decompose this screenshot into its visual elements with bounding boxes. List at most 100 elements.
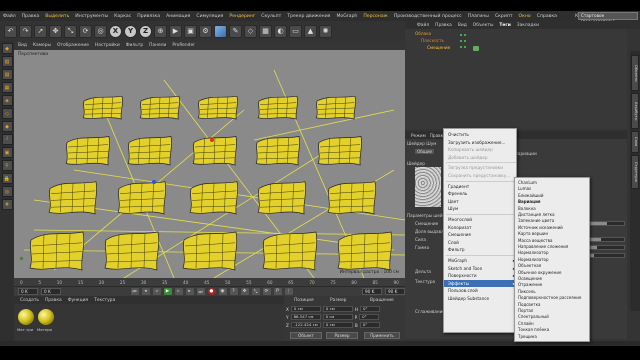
rotate-icon[interactable]: ⟳ <box>79 24 92 38</box>
attribute-tab[interactable]: Режим <box>411 133 426 138</box>
menu-item[interactable]: Каркас <box>111 14 134 19</box>
size-x-field[interactable]: 0 см <box>322 306 353 312</box>
param-slider-3[interactable] <box>585 245 625 250</box>
visibility-dots[interactable] <box>459 32 467 52</box>
axis-handle[interactable] <box>210 138 214 142</box>
render-view-icon[interactable]: ▶ <box>169 24 182 38</box>
context-menu-item[interactable]: Колоризат <box>444 224 518 231</box>
rotation-key-icon[interactable]: ⟳ <box>262 288 271 295</box>
make-editable-icon[interactable]: ◆ <box>1 43 13 54</box>
object-menu-item[interactable]: Объекты <box>473 23 494 28</box>
prev-key-icon[interactable]: ◂ <box>141 288 150 295</box>
material-menu-item[interactable]: Функция <box>68 298 88 303</box>
viewport-menu-item[interactable]: ProRender <box>172 43 195 48</box>
light-icon[interactable]: ✺ <box>319 24 332 38</box>
menu-item[interactable]: Симуляция <box>193 14 226 19</box>
menu-item[interactable]: MoGraph <box>333 14 360 19</box>
side-tab-structure[interactable]: Структура <box>631 155 639 189</box>
material-swatch-1[interactable] <box>18 309 34 325</box>
autokey-icon[interactable]: ◉ <box>218 288 227 295</box>
position-z-field[interactable]: -122.424 см <box>290 322 321 328</box>
viewport-menu-item[interactable]: Настройки <box>95 43 120 48</box>
viewport-menu-item[interactable]: Фильтр <box>126 43 143 48</box>
uv-mode-icon[interactable]: ▣ <box>1 147 13 158</box>
position-y-field[interactable]: 86.547 см <box>290 314 321 320</box>
object-menu-item[interactable]: Файл <box>417 23 429 28</box>
axis-y-button[interactable]: Y <box>124 24 137 38</box>
prev-frame-icon[interactable]: ◃ <box>152 288 161 295</box>
menu-item[interactable]: Плагины <box>465 14 492 19</box>
object-menu-item[interactable]: Теги <box>499 23 510 28</box>
subdivision-icon[interactable]: ◇ <box>244 24 257 38</box>
submenu-item[interactable]: Трещина <box>515 334 591 340</box>
menu-item[interactable]: Скульпт <box>258 14 284 19</box>
model-mode-icon[interactable]: ▧ <box>1 56 13 67</box>
context-menu-item[interactable]: Загрузить изображение... <box>444 139 518 146</box>
menu-item[interactable]: Анимация <box>163 14 193 19</box>
grid-icon[interactable]: # <box>1 199 13 210</box>
param-key-icon[interactable]: P <box>273 288 282 295</box>
context-menu-item[interactable]: Смешение <box>444 231 518 238</box>
viewport-menu-item[interactable]: Вид <box>18 43 27 48</box>
context-menu-item[interactable]: Многослой <box>444 216 518 223</box>
polygons-mode-icon[interactable]: ◆ <box>1 121 13 132</box>
tab-shader[interactable]: Шейдер <box>407 161 425 166</box>
viewport-menu-item[interactable]: Панели <box>149 43 166 48</box>
viewport-menu-item[interactable]: Отображение <box>57 43 89 48</box>
tab-basic[interactable]: Общие <box>415 149 435 154</box>
position-x-field[interactable]: 0 см <box>290 306 321 312</box>
menu-item[interactable]: Правка <box>19 14 42 19</box>
context-menu-item[interactable]: Очистить <box>444 131 518 138</box>
axis-mode-icon[interactable]: ┘ <box>1 134 13 145</box>
snap-icon[interactable]: ⚲ <box>1 160 13 171</box>
context-menu-item[interactable]: Градиент <box>444 183 518 190</box>
rotation-h-field[interactable]: 0° <box>360 306 381 312</box>
menu-item[interactable]: Окно <box>516 14 534 19</box>
size-y-field[interactable]: 0 см <box>322 314 353 320</box>
apply-button[interactable]: Применить <box>364 332 400 339</box>
select-arrow-icon[interactable]: ➚ <box>34 24 47 38</box>
material-menu-item[interactable]: Создать <box>20 298 39 303</box>
recent-tools-icon[interactable]: ◎ <box>94 24 107 38</box>
render-picture-icon[interactable]: ▣ <box>184 24 197 38</box>
context-menu-item[interactable]: Шум <box>444 205 518 212</box>
menu-item[interactable]: Файл <box>0 14 19 19</box>
object-row-plane[interactable]: Плоскость <box>421 38 444 44</box>
context-menu-item[interactable]: Эффекты▸ <box>444 279 518 287</box>
next-key-icon[interactable]: ▸ <box>185 288 194 295</box>
points-mode-icon[interactable]: ◈ <box>1 95 13 106</box>
size-mode-select[interactable]: Размер <box>326 332 358 339</box>
end-frame-field[interactable]: 90 K <box>362 288 382 295</box>
redo-icon[interactable]: ↷ <box>19 24 32 38</box>
context-menu-item[interactable]: Поверхности▸ <box>444 272 518 279</box>
render-settings-icon[interactable]: ⚙ <box>199 24 212 38</box>
goto-end-icon[interactable]: ⏭ <box>196 288 205 295</box>
current-frame-field[interactable]: 0 K <box>41 288 61 295</box>
object-menu-item[interactable]: Закладки <box>517 23 539 28</box>
goto-start-icon[interactable]: ⏮ <box>130 288 139 295</box>
move-icon[interactable]: ✥ <box>49 24 62 38</box>
coord-mode-select[interactable]: Объект <box>290 332 322 339</box>
rotation-b-field[interactable]: 0° <box>359 322 380 328</box>
context-menu-item[interactable]: Шейдер Substance <box>444 295 518 302</box>
rotation-p-field[interactable]: 0° <box>359 314 380 320</box>
menu-item[interactable]: Рендеринг <box>226 14 258 19</box>
timeline-ruler[interactable]: 0 5 10 15 20 25 30 35 40 45 50 55 60 65 70 75 80 85 90 <box>14 278 405 287</box>
context-menu-item[interactable]: Цвет <box>444 198 518 205</box>
menu-item[interactable]: Скрипт <box>492 14 516 19</box>
object-row-cloud[interactable]: Облако <box>415 31 431 37</box>
size-z-field[interactable]: 0 см <box>322 322 353 328</box>
param-slider-4[interactable] <box>585 253 625 258</box>
side-tab-layers[interactable]: Слои <box>631 131 639 153</box>
offset-slider[interactable] <box>585 221 625 226</box>
scale-icon[interactable]: ⤡ <box>64 24 77 38</box>
lock-icon[interactable]: 🔒 <box>1 173 13 184</box>
viewport-menu-item[interactable]: Камеры <box>33 43 51 48</box>
axis-handle[interactable] <box>152 180 156 184</box>
menu-item[interactable]: Инструменты <box>72 14 111 19</box>
keyframe-selection-icon[interactable]: ? <box>229 288 238 295</box>
texture-mode-icon[interactable]: ▨ <box>1 69 13 80</box>
context-menu-item[interactable]: Френель <box>444 190 518 197</box>
undo-icon[interactable]: ↶ <box>4 24 17 38</box>
position-key-icon[interactable]: ✥ <box>240 288 249 295</box>
